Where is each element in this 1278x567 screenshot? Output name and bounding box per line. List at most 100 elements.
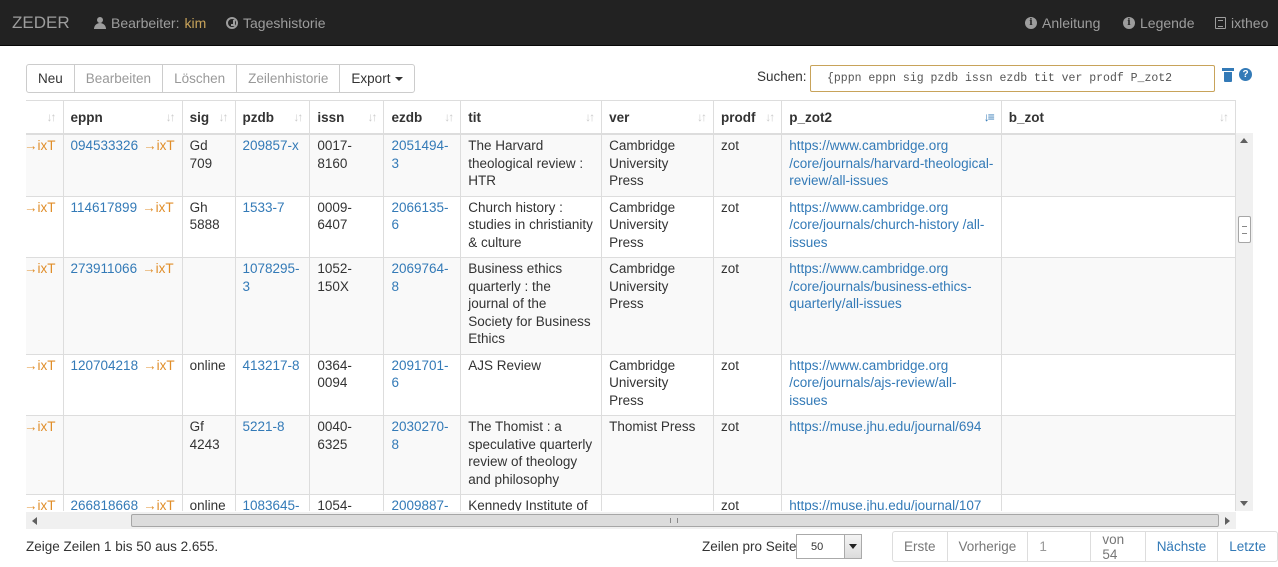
ezdb-link[interactable]: 2066135-6 <box>391 200 448 233</box>
ixt-link[interactable]: →ixT <box>143 138 175 153</box>
nav-manual-label: Anleitung <box>1042 15 1101 31</box>
eppn-link[interactable]: 114617899 <box>71 200 138 215</box>
scroll-right-icon[interactable] <box>1225 517 1230 525</box>
first-page-button[interactable]: Erste <box>892 531 948 562</box>
scroll-left-icon[interactable] <box>32 517 37 525</box>
ezdb-link[interactable]: 2009887-X <box>391 498 448 511</box>
ixt-link[interactable]: →ixT <box>26 200 56 215</box>
table-row[interactable]: →ixT 094533326 →ixT Gd 709 209857-x 0017-8160… <box>26 134 1236 197</box>
rows-per-page-select[interactable]: 50 <box>796 534 862 559</box>
scroll-thumb[interactable] <box>131 514 1219 527</box>
cell-tit: The Harvard theological review : HTR <box>460 134 603 197</box>
ixt-link[interactable]: →ixT <box>143 498 175 511</box>
column-header-b-zot[interactable]: b_zot ↓↑ <box>1001 101 1236 135</box>
ver-value: Cambridge University Press <box>609 199 676 250</box>
table-row[interactable]: →ixT 273911066 →ixT 1078295-3 1052-150X 20697… <box>26 257 1236 355</box>
export-button[interactable]: Export <box>339 64 416 93</box>
table-row[interactable]: →ixT 120704218 →ixT online 413217-8 0364-0094… <box>26 354 1236 416</box>
next-page-button[interactable]: Nächste <box>1144 531 1219 562</box>
table-row[interactable]: →ixT 114617899 →ixT Gh 5888 1533-7 0009-6407 2… <box>26 196 1236 258</box>
scroll-thumb[interactable] <box>1238 216 1251 243</box>
cell-ezdb: 2091701-6 <box>383 354 462 416</box>
ixt-link[interactable]: →ixT <box>26 419 56 434</box>
column-header[interactable]: ↓↑ <box>26 101 64 135</box>
column-header-prodf[interactable]: prodf ↓↑ <box>713 101 783 135</box>
new-button[interactable]: Neu <box>26 64 75 93</box>
ixt-link[interactable]: →ixT <box>26 498 56 511</box>
ezdb-link[interactable]: 2030270-8 <box>391 419 448 452</box>
column-header-p-zot2[interactable]: p_zot2 ↓≡ <box>781 101 1002 135</box>
scroll-up-icon[interactable] <box>1240 138 1248 143</box>
ixt-marker-cell: →ixT <box>26 257 64 355</box>
p-zot2-link[interactable]: https://muse.jhu.edu/journal/694 <box>789 419 981 434</box>
horizontal-scrollbar[interactable] <box>26 512 1236 529</box>
search-input[interactable] <box>810 65 1215 92</box>
delete-button[interactable]: Löschen <box>162 64 238 93</box>
pzdb-link[interactable]: 1533-7 <box>243 200 285 215</box>
column-header-sig[interactable]: sig ↓↑ <box>182 101 236 135</box>
cell-issn: 0017-8160 <box>309 134 385 197</box>
eppn-link[interactable]: 266818668 <box>71 498 139 511</box>
pzdb-link[interactable]: 1083645-7 <box>243 498 300 511</box>
ixt-link[interactable]: →ixT <box>26 261 56 276</box>
help-icon[interactable]: ? <box>1239 68 1252 81</box>
nav-manual[interactable]: i Anleitung <box>1025 15 1100 31</box>
ixt-link[interactable]: →ixT <box>26 138 56 153</box>
data-table: ↓↑ eppn ↓↑ sig ↓↑ pzdb ↓↑ issn ↓↑ ezdb ↓↑ tit… <box>26 101 1236 511</box>
eppn-link[interactable]: 094533326 <box>71 138 139 153</box>
ixt-link[interactable]: →ixT <box>142 261 174 276</box>
page-input[interactable] <box>1039 539 1080 554</box>
eppn-link[interactable]: 273911066 <box>71 261 138 276</box>
cell-p-zot2: https://www.cambridge.org /core/journals… <box>781 354 1002 416</box>
sort-icon: ↓↑ <box>585 110 595 124</box>
cell-b-zot <box>1001 134 1236 197</box>
nav-day-history[interactable]: Tageshistorie <box>226 15 326 31</box>
brand-logo[interactable]: ZEDER <box>12 13 70 33</box>
ezdb-link[interactable]: 2051494-3 <box>391 138 448 171</box>
column-header-issn[interactable]: issn ↓↑ <box>309 101 385 135</box>
table-row[interactable]: →ixT 266818668 →ixT online 1083645-7 1054-686… <box>26 494 1236 511</box>
column-header-tit[interactable]: tit ↓↑ <box>460 101 603 135</box>
cell-issn: 0364-0094 <box>309 354 385 416</box>
page-count: von 54 <box>1090 531 1146 562</box>
p-zot2-link[interactable]: https://www.cambridge.org /core/journals… <box>789 138 993 188</box>
data-table-container: ↓↑ eppn ↓↑ sig ↓↑ pzdb ↓↑ issn ↓↑ ezdb ↓↑ tit… <box>26 100 1236 511</box>
ezdb-link[interactable]: 2091701-6 <box>391 358 448 391</box>
table-row[interactable]: →ixT Gf 4243 5221-8 0040-6325 2030270-8 The T… <box>26 415 1236 495</box>
sort-icon: ↓↑ <box>293 110 303 124</box>
pzdb-link[interactable]: 1078295-3 <box>243 261 300 294</box>
ixt-link[interactable]: →ixT <box>143 358 175 373</box>
pzdb-link[interactable]: 209857-x <box>243 138 299 153</box>
column-header-eppn[interactable]: eppn ↓↑ <box>63 101 183 135</box>
top-navbar: ZEDER Bearbeiter: kim Tageshistorie i An… <box>0 0 1278 46</box>
column-header-pzdb[interactable]: pzdb ↓↑ <box>235 101 311 135</box>
dropdown-arrow-icon[interactable] <box>844 535 861 558</box>
p-zot2-link[interactable]: https://www.cambridge.org /core/journals… <box>789 261 971 311</box>
column-header-ezdb[interactable]: ezdb ↓↑ <box>383 101 462 135</box>
nav-instance[interactable]: ixtheo <box>1215 15 1268 31</box>
pzdb-link[interactable]: 5221-8 <box>243 419 285 434</box>
cell-tit: AJS Review <box>460 354 603 416</box>
ixt-link[interactable]: →ixT <box>26 358 56 373</box>
cell-b-zot <box>1001 354 1236 416</box>
prev-page-button[interactable]: Vorherige <box>946 531 1029 562</box>
cell-p-zot2: https://muse.jhu.edu/journal/694 <box>781 415 1002 495</box>
vertical-scrollbar[interactable] <box>1236 133 1253 511</box>
ixt-link[interactable]: →ixT <box>142 200 174 215</box>
last-page-button[interactable]: Letzte <box>1217 531 1278 562</box>
edit-button[interactable]: Bearbeiten <box>73 64 164 93</box>
p-zot2-link[interactable]: https://muse.jhu.edu/journal/107 <box>789 498 981 511</box>
ezdb-link[interactable]: 2069764-8 <box>391 261 448 294</box>
pzdb-link[interactable]: 413217-8 <box>243 358 300 373</box>
eppn-link[interactable]: 120704218 <box>71 358 139 373</box>
scroll-down-icon[interactable] <box>1240 501 1248 506</box>
column-header-ver[interactable]: ver ↓↑ <box>601 101 714 135</box>
p-zot2-link[interactable]: https://www.cambridge.org /core/journals… <box>789 200 984 250</box>
p-zot2-link[interactable]: https://www.cambridge.org /core/journals… <box>789 358 956 408</box>
user-icon <box>94 17 106 29</box>
nav-user[interactable]: Bearbeiter: kim <box>94 15 206 31</box>
nav-legend[interactable]: i Legende <box>1123 15 1195 31</box>
page-number-field[interactable] <box>1027 531 1092 562</box>
trash-icon[interactable] <box>1222 68 1234 82</box>
row-history-button[interactable]: Zeilenhistorie <box>236 64 341 93</box>
